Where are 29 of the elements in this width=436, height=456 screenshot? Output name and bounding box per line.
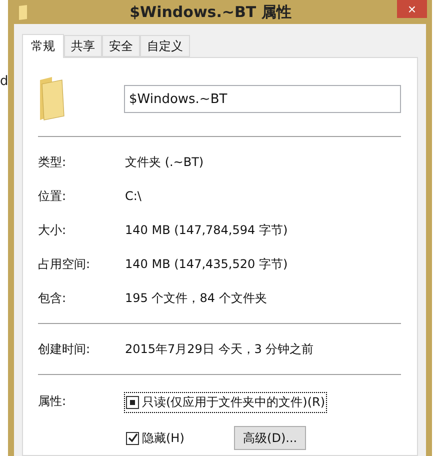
property-label: 大小: [38, 222, 68, 238]
tab[interactable]: 自定义 [140, 35, 190, 57]
property-value: C:\ [125, 189, 142, 203]
option-label: 只读(仅应用于文件夹中的文件)(R) [142, 394, 326, 411]
option-label: 隐藏(H) [142, 430, 184, 446]
tab[interactable]: 常规 [22, 34, 64, 58]
property-label: 类型: [38, 154, 68, 170]
property-label: 占用空间: [38, 256, 92, 272]
advanced-button[interactable]: 高级(D)... [234, 426, 306, 450]
property-value: 195 个文件，84 个文件夹 [125, 290, 267, 306]
folder-icon [18, 4, 28, 20]
checkbox[interactable] [126, 396, 139, 409]
folder-icon [38, 76, 66, 122]
window-title: $Windows.~BT 属性 [128, 2, 292, 22]
property-value: 文件夹 (.~BT) [125, 154, 204, 170]
property-label: 创建时间: [38, 340, 92, 358]
property-value: 2015年7月29日 今天，3 分钟之前 [125, 340, 314, 358]
name-field[interactable]: $Windows.~BT [124, 85, 401, 113]
checkbox-option[interactable]: 只读(仅应用于文件夹中的文件)(R) [125, 393, 326, 412]
tab[interactable]: 共享 [64, 35, 102, 57]
background-text: d [0, 74, 8, 89]
property-label: 属性: [38, 393, 68, 410]
property-label: 位置: [38, 188, 68, 204]
property-label: 包含: [38, 290, 68, 306]
close-button[interactable]: × [397, 0, 427, 18]
property-value: 140 MB (147,435,520 字节) [125, 256, 288, 272]
checkbox-option[interactable]: 隐藏(H) [125, 428, 186, 448]
tab[interactable]: 安全 [102, 35, 140, 57]
property-value: 140 MB (147,784,594 字节) [125, 222, 288, 238]
